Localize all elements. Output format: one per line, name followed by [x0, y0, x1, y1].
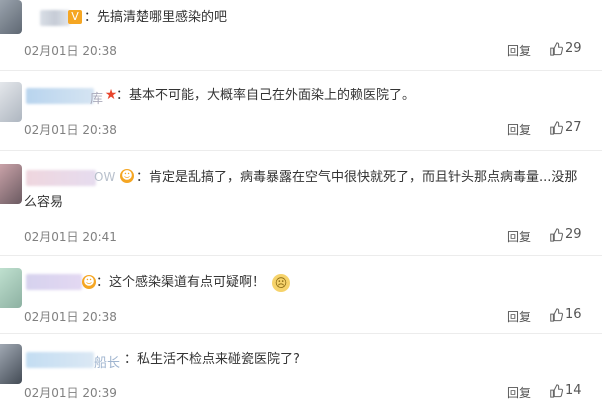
like-count: 14 [565, 383, 582, 398]
thumbs-up-icon [550, 120, 563, 135]
like-count: 29 [565, 227, 582, 242]
confused-emoji-icon: ☹ [272, 274, 290, 292]
divider [0, 255, 602, 256]
like-button[interactable]: 29 [549, 227, 582, 242]
like-button[interactable]: 16 [549, 307, 582, 322]
comment-text: ：肯定是乱搞了，病毒暴露在空气中很快就死了，而且针头那点病毒量...没那 [136, 170, 578, 185]
reply-button[interactable]: 回复 [507, 121, 531, 138]
thumbs-up-icon [550, 41, 563, 56]
comment-date: 02月01日 20:38 [24, 310, 117, 324]
like-button[interactable]: 27 [549, 120, 582, 135]
comment-date: 02月01日 20:38 [24, 123, 117, 137]
username-blurred[interactable] [26, 274, 82, 290]
emoji-badge-icon: ☻ [82, 275, 96, 289]
username-blurred[interactable] [26, 88, 94, 104]
username-blurred[interactable] [40, 10, 70, 26]
username-suffix[interactable]: 库 [90, 88, 103, 107]
avatar[interactable] [0, 82, 22, 122]
username-blurred[interactable] [26, 170, 96, 186]
avatar[interactable] [0, 0, 22, 34]
comment-text-continued: 么容易 [24, 195, 64, 210]
comment-date: 02月01日 20:41 [24, 230, 117, 244]
thumbs-up-icon [550, 383, 563, 398]
reply-button[interactable]: 回复 [507, 42, 531, 59]
username-suffix[interactable]: OW [94, 170, 115, 184]
comment-date: 02月01日 20:39 [24, 386, 117, 400]
comment-text: ：这个感染渠道有点可疑啊！ [96, 275, 266, 290]
comment-text: ：基本不可能，大概率自己在外面染上的赖医院了。 [116, 88, 416, 103]
like-button[interactable]: 14 [549, 383, 582, 398]
thumbs-up-icon [550, 227, 563, 242]
emoji-badge-icon: ☻ [120, 169, 134, 183]
comment-date: 02月01日 20:38 [24, 44, 117, 58]
avatar[interactable] [0, 344, 22, 384]
comment-text: ：私生活不检点来碰瓷医院了? [124, 352, 300, 367]
username-suffix[interactable]: 船长 [94, 352, 120, 371]
reply-button[interactable]: 回复 [507, 228, 531, 245]
vip-badge-icon: V [68, 10, 82, 24]
divider [0, 333, 602, 334]
avatar[interactable] [0, 268, 22, 308]
divider [0, 150, 602, 151]
like-count: 29 [565, 41, 582, 56]
thumbs-up-icon [550, 307, 563, 322]
divider [0, 70, 602, 71]
like-count: 27 [565, 120, 582, 135]
like-button[interactable]: 29 [549, 41, 582, 56]
like-count: 16 [565, 307, 582, 322]
reply-button[interactable]: 回复 [507, 308, 531, 325]
comment-text: ：先搞清楚哪里感染的吧 [84, 10, 228, 25]
username-blurred[interactable] [26, 352, 94, 368]
avatar[interactable] [0, 164, 22, 204]
reply-button[interactable]: 回复 [507, 384, 531, 401]
